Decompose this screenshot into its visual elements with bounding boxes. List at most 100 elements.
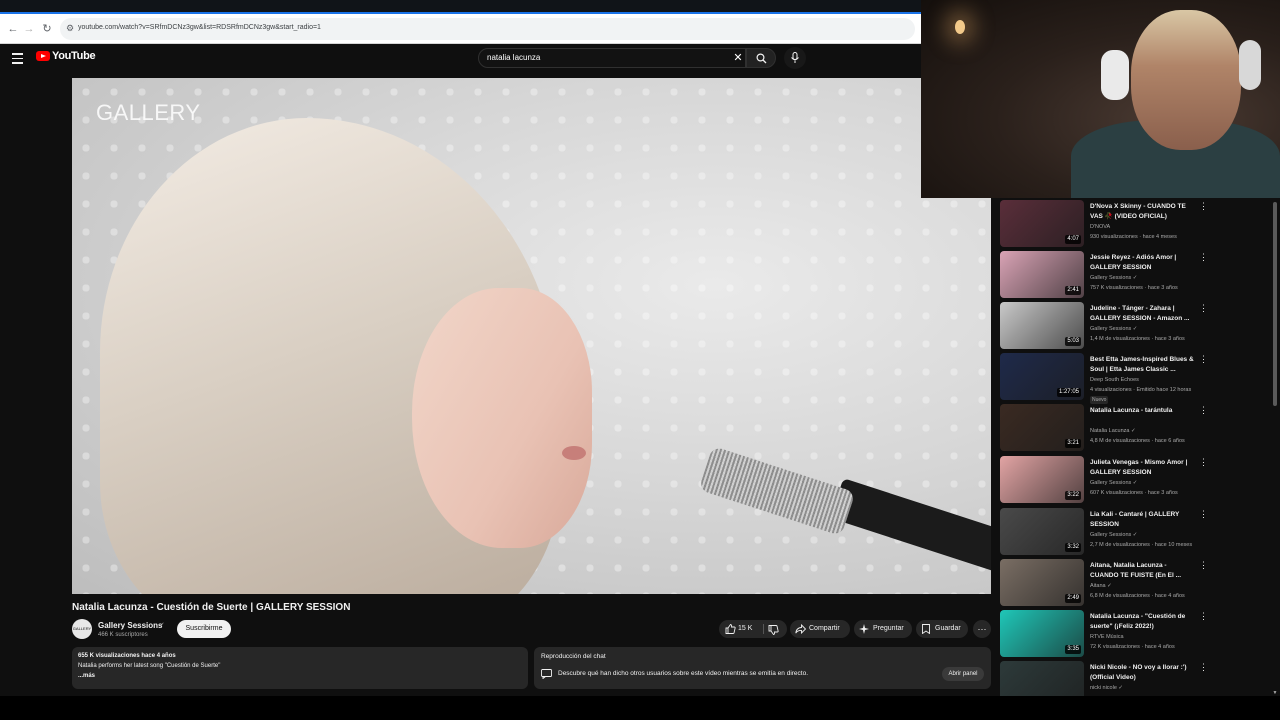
search-icon — [756, 53, 767, 64]
save-label: Guardar — [935, 625, 961, 632]
show-more-link[interactable]: ...más — [78, 673, 95, 679]
more-options-icon[interactable]: ⋮ — [1199, 253, 1208, 262]
hamburger-menu-icon[interactable] — [12, 53, 23, 64]
search-button[interactable] — [746, 48, 776, 68]
recommendation-thumbnail[interactable]: 5:03 — [1000, 302, 1084, 349]
recommendation-meta: 4,8 M de visualizaciones · hace 6 años — [1090, 438, 1185, 444]
recommendation-thumbnail[interactable] — [1000, 661, 1084, 696]
recommendation-title[interactable]: Aitana, Natalia Lacunza - CUANDO TE FUIS… — [1090, 561, 1194, 580]
more-options-icon[interactable]: ⋮ — [1199, 202, 1208, 211]
recommendation-item[interactable]: 3:21 Natalia Lacunza - tarántula Natalia L… — [1000, 404, 1275, 454]
ask-button[interactable]: Preguntar — [854, 620, 912, 638]
recommendation-thumbnail[interactable]: 1:27:05 — [1000, 353, 1084, 400]
more-options-icon[interactable]: ⋮ — [1199, 510, 1208, 519]
video-player[interactable]: GALLERY — [72, 78, 991, 594]
recommendation-channel[interactable]: D'NOVA — [1090, 224, 1110, 230]
open-panel-button[interactable]: Abrir panel — [942, 667, 984, 681]
recommendation-thumbnail[interactable]: 2:49 — [1000, 559, 1084, 606]
more-options-icon[interactable]: ⋮ — [1199, 561, 1208, 570]
more-options-icon[interactable]: ⋮ — [1199, 355, 1208, 364]
save-button[interactable]: Guardar — [916, 620, 968, 638]
like-divider — [763, 624, 764, 634]
back-arrow-icon[interactable]: ← — [6, 22, 20, 36]
recommendation-channel[interactable]: RTVE Música — [1090, 634, 1124, 640]
recommendation-channel[interactable]: Natalia Lacunza ✓ — [1090, 428, 1136, 434]
channel-name[interactable]: Gallery Sessions — [98, 621, 162, 630]
video-duration: 5:03 — [1065, 337, 1081, 346]
headset-left — [1101, 50, 1129, 100]
recommendation-thumbnail[interactable]: 3:22 — [1000, 456, 1084, 503]
recommendation-item[interactable]: 5:03 Judeline - Tánger - Zahara | GALLERY… — [1000, 302, 1275, 352]
description-box[interactable]: 655 K visualizaciones hace 4 años Natali… — [72, 647, 528, 689]
recommendation-item[interactable]: 2:41 Jessie Reyez - Adiós Amor | GALLERY … — [1000, 251, 1275, 301]
youtube-logo-text[interactable]: YouTube — [52, 50, 96, 62]
chat-replay-description: Descubre qué han dicho otros usuarios so… — [558, 670, 809, 677]
share-button[interactable]: Compartir — [790, 620, 850, 638]
url-text: youtube.com/watch?v=SRfmDCNz3gw&list=RDS… — [78, 24, 321, 31]
video-duration: 2:49 — [1065, 594, 1081, 603]
chat-bubble-icon — [541, 669, 552, 679]
video-duration: 4:07 — [1065, 235, 1081, 244]
description-text: Natalia performs her latest song "Cuesti… — [78, 663, 221, 669]
more-options-icon[interactable]: ⋮ — [1199, 304, 1208, 313]
bottom-bar — [0, 696, 1280, 720]
recommendation-meta: 757 K visualizaciones · hace 3 años — [1090, 285, 1178, 291]
thumbs-down-icon[interactable] — [768, 625, 779, 635]
more-actions-icon[interactable]: ⋯ — [973, 620, 991, 638]
channel-avatar[interactable]: GALLERY — [72, 619, 92, 639]
recommendation-title[interactable]: Judeline - Tánger - Zahara | GALLERY SES… — [1090, 304, 1194, 323]
recommendation-title[interactable]: Best Etta James-Inspired Blues & Soul | … — [1090, 355, 1194, 374]
recommendation-thumbnail[interactable]: 2:41 — [1000, 251, 1084, 298]
recommendation-item[interactable]: Nicki Nicole - NO voy a llorar :') (Offi… — [1000, 661, 1275, 696]
recommendation-item[interactable]: 1:27:05 Best Etta James-Inspired Blues & … — [1000, 353, 1275, 404]
recommendation-title[interactable]: D'Nova X Skinny - CUANDO TE VAS 🥀 (VIDEO… — [1090, 202, 1194, 221]
more-options-icon[interactable]: ⋮ — [1199, 612, 1208, 621]
recommendation-meta: 930 visualizaciones · hace 4 meses — [1090, 234, 1177, 240]
recommendation-channel[interactable]: Gallery Sessions ✓ — [1090, 532, 1137, 538]
like-count[interactable]: 15 K — [738, 620, 752, 638]
recommendation-item[interactable]: 3:35 Natalia Lacunza - "Cuestión de suert… — [1000, 610, 1275, 660]
video-duration: 1:27:05 — [1056, 388, 1081, 397]
subscribe-button[interactable]: Suscribirme — [177, 620, 231, 638]
recommendation-thumbnail[interactable]: 4:07 — [1000, 200, 1084, 247]
recommendation-channel[interactable]: nicki nicole ✓ — [1090, 685, 1123, 691]
recommendation-thumbnail[interactable]: 3:32 — [1000, 508, 1084, 555]
video-duration: 3:21 — [1065, 439, 1081, 448]
voice-search-button[interactable] — [784, 47, 806, 69]
site-info-icon[interactable]: ⚙ — [66, 23, 76, 33]
recommendation-title[interactable]: Julieta Venegas - Mismo Amor | GALLERY S… — [1090, 458, 1194, 477]
reload-icon[interactable]: ↻ — [40, 22, 54, 36]
subscriber-count: 466 K suscriptores — [98, 632, 148, 638]
more-options-icon[interactable]: ⋮ — [1199, 663, 1208, 672]
recommendation-title[interactable]: Nicki Nicole - NO voy a llorar :') (Offi… — [1090, 663, 1194, 682]
recommendation-title[interactable]: Lia Kali - Cantaré | GALLERY SESSION — [1090, 510, 1194, 529]
recommendation-item[interactable]: 4:07 D'Nova X Skinny - CUANDO TE VAS 🥀 (V… — [1000, 200, 1275, 250]
url-field[interactable]: ⚙ youtube.com/watch?v=SRfmDCNz3gw&list=R… — [60, 18, 915, 40]
recommendation-channel[interactable]: Gallery Sessions ✓ — [1090, 480, 1137, 486]
recommendation-title[interactable]: Jessie Reyez - Adiós Amor | GALLERY SESS… — [1090, 253, 1194, 272]
forward-arrow-icon[interactable]: → — [22, 22, 36, 36]
thumbs-up-icon[interactable] — [725, 624, 736, 634]
video-duration: 3:35 — [1065, 645, 1081, 654]
recommendation-channel[interactable]: Gallery Sessions ✓ — [1090, 326, 1137, 332]
youtube-logo-icon[interactable] — [36, 51, 50, 61]
recommendation-title[interactable]: Natalia Lacunza - tarántula — [1090, 406, 1194, 416]
recommendation-channel[interactable]: Deep South Echoes — [1090, 377, 1139, 383]
recommendation-meta: 4 visualizaciones · Emitido hace 12 hora… — [1090, 387, 1192, 393]
like-dislike-group: 15 K — [719, 620, 787, 638]
recommendation-item[interactable]: 3:32 Lia Kali - Cantaré | GALLERY SESSION… — [1000, 508, 1275, 558]
scrollbar-thumb[interactable] — [1273, 202, 1277, 406]
recommendation-channel[interactable]: Gallery Sessions ✓ — [1090, 275, 1137, 281]
recommendation-thumbnail[interactable]: 3:35 — [1000, 610, 1084, 657]
clear-search-icon[interactable]: ✕ — [732, 52, 744, 64]
recommendation-thumbnail[interactable]: 3:21 — [1000, 404, 1084, 451]
recommendation-item[interactable]: 2:49 Aitana, Natalia Lacunza - CUANDO TE … — [1000, 559, 1275, 609]
recommendation-title[interactable]: Natalia Lacunza - "Cuestión de suerte" (… — [1090, 612, 1194, 631]
sidebar-scrollbar[interactable]: ▼ — [1272, 198, 1278, 696]
chat-replay-title: Reproducción del chat — [541, 653, 606, 660]
recommendation-item[interactable]: 3:22 Julieta Venegas - Mismo Amor | GALLE… — [1000, 456, 1275, 506]
recommendation-channel[interactable]: Aitana ✓ — [1090, 583, 1112, 589]
search-input[interactable]: natalia lacunza ✕ — [478, 48, 746, 68]
more-options-icon[interactable]: ⋮ — [1199, 458, 1208, 467]
more-options-icon[interactable]: ⋮ — [1199, 406, 1208, 415]
